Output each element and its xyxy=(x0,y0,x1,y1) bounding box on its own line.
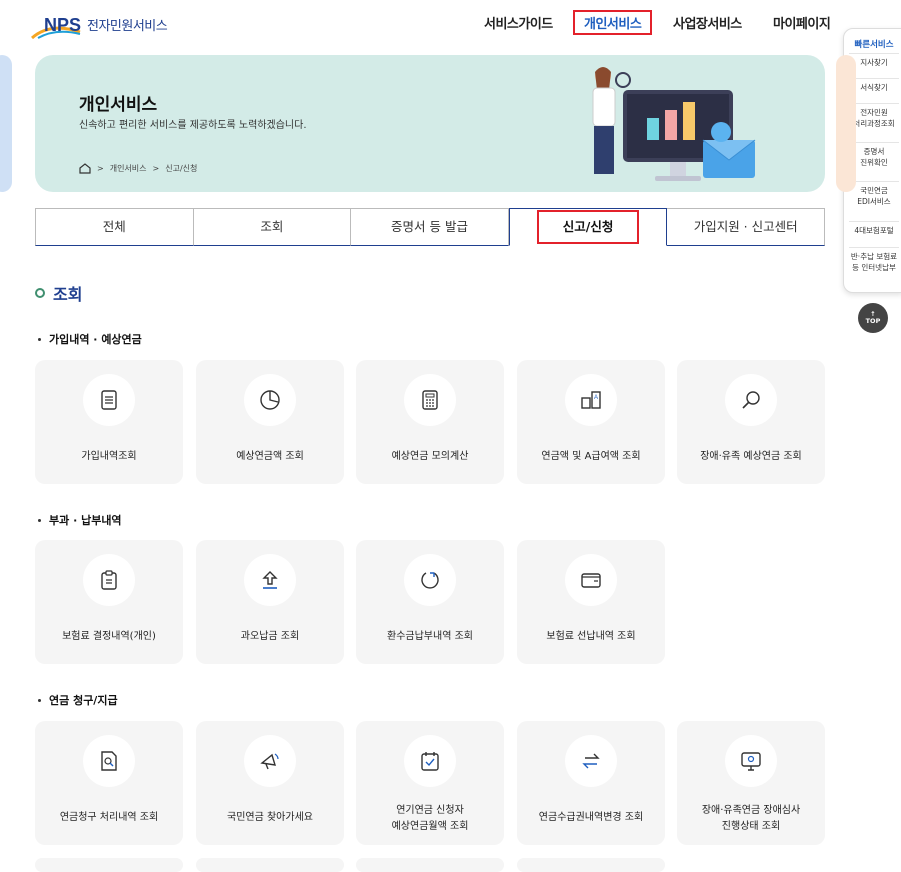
service-card-label: 연금청구 처리내역 조회 xyxy=(59,812,159,823)
group-title: 가입내역 · 예상연금 xyxy=(38,331,142,347)
service-card[interactable]: 연금청구 처리내역 조회 xyxy=(35,721,183,845)
quick-item-verify[interactable]: 증명서 진위확인 xyxy=(849,142,899,169)
service-card-label: 보험료 선납내역 조회 xyxy=(546,631,636,642)
service-card-partial[interactable] xyxy=(356,858,504,872)
category-tabs: 전체 조회 증명서 등 발급 신고/신청 가입지원 · 신고센터 xyxy=(35,208,825,246)
banner-prev-peek xyxy=(0,55,12,192)
tab-certificate[interactable]: 증명서 등 발급 xyxy=(351,208,509,246)
service-card[interactable]: 예상연금액 조회 xyxy=(196,360,344,484)
service-card-label: 보험료 결정내역(개인) xyxy=(62,631,156,642)
group-title: 연금 청구/지급 xyxy=(38,692,118,708)
bullet-circle-icon xyxy=(35,288,45,298)
group-title: 부과 · 납부내역 xyxy=(38,512,122,528)
breadcrumb-item[interactable]: 개인서비스 xyxy=(110,163,147,174)
tab-report-apply-label: 신고/신청 xyxy=(536,210,640,244)
pie-chart-icon xyxy=(244,374,296,426)
svg-text:A: A xyxy=(594,395,598,401)
exchange-icon xyxy=(565,735,617,787)
service-card-label: 연금액 및 A급여액 조회 xyxy=(541,451,641,462)
service-card[interactable]: 가입내역조회 xyxy=(35,360,183,484)
top-button[interactable]: ↑ TOP xyxy=(858,303,888,333)
quick-item-edi[interactable]: 국민연금 EDI서비스 xyxy=(849,181,899,208)
quick-item-process[interactable]: 전자민원 처리과정조회 xyxy=(849,103,899,130)
service-card-partial[interactable] xyxy=(517,858,665,872)
service-card-label: 환수금납부내역 조회 xyxy=(387,631,473,642)
tab-join-support[interactable]: 가입지원 · 신고센터 xyxy=(667,208,825,246)
breadcrumb-item[interactable]: 신고/신청 xyxy=(165,163,197,174)
service-card[interactable]: 연금수급권내역변경 조회 xyxy=(517,721,665,845)
calculator-icon xyxy=(404,374,456,426)
service-card-label: 연기연금 신청자 예상연금월액 조회 xyxy=(391,805,469,832)
home-icon[interactable] xyxy=(79,163,91,174)
service-card[interactable]: 과오납금 조회 xyxy=(196,540,344,664)
refresh-icon xyxy=(404,554,456,606)
site-header: NPS 전자민원서비스 서비스가이드 개인서비스 사업장서비스 마이페이지 xyxy=(0,0,901,50)
service-card-label: 예상연금 모의계산 xyxy=(391,451,469,462)
breadcrumb: > 개인서비스 > 신고/신청 xyxy=(79,163,197,174)
bullet-dot-icon xyxy=(38,337,41,341)
megaphone-icon xyxy=(244,735,296,787)
service-card-label: 예상연금액 조회 xyxy=(236,451,304,462)
nav-business-service[interactable]: 사업장서비스 xyxy=(673,13,742,32)
document-search-icon xyxy=(83,735,135,787)
banner-next-peek xyxy=(836,55,856,192)
monitor-search-icon xyxy=(725,735,777,787)
service-card[interactable]: 보험료 결정내역(개인) xyxy=(35,540,183,664)
tab-report-apply[interactable]: 신고/신청 xyxy=(508,208,668,246)
section-title: 조회 xyxy=(35,281,82,305)
page-banner: 개인서비스 신속하고 편리한 서비스를 제공하도록 노력하겠습니다. > 개인서… xyxy=(35,55,825,192)
clipboard-icon xyxy=(83,554,135,606)
service-card[interactable]: 장애·유족연금 장애심사 진행상태 조회 xyxy=(677,721,825,845)
service-card[interactable]: 보험료 선납내역 조회 xyxy=(517,540,665,664)
service-card[interactable]: 장애·유족 예상연금 조회 xyxy=(677,360,825,484)
nav-my-page[interactable]: 마이페이지 xyxy=(773,13,831,32)
quick-item-4insurance[interactable]: 4대보험포털 xyxy=(849,221,899,237)
service-card-label: 장애·유족 예상연금 조회 xyxy=(700,451,802,462)
page-subtitle: 신속하고 편리한 서비스를 제공하도록 노력하겠습니다. xyxy=(79,120,307,131)
document-icon xyxy=(83,374,135,426)
service-card[interactable]: A 연금액 및 A급여액 조회 xyxy=(517,360,665,484)
service-card-label: 국민연금 찾아가세요 xyxy=(227,812,313,823)
quick-item-branch[interactable]: 지사찾기 xyxy=(849,53,899,69)
nav-personal-service[interactable]: 개인서비스 xyxy=(573,10,653,35)
bullet-dot-icon xyxy=(38,698,41,702)
service-card-label: 연금수급권내역변경 조회 xyxy=(538,812,644,823)
service-card-partial[interactable] xyxy=(35,858,183,872)
search-icon xyxy=(725,374,777,426)
nav-service-guide[interactable]: 서비스가이드 xyxy=(484,13,553,32)
wallet-icon xyxy=(565,554,617,606)
page-title: 개인서비스 xyxy=(79,95,158,115)
service-card-label: 장애·유족연금 장애심사 진행상태 조회 xyxy=(701,805,801,832)
logo-text: NPS xyxy=(44,15,81,35)
quick-item-payment[interactable]: 반·추납 보험료 등 인터넷납부 xyxy=(849,247,899,274)
a-value-icon: A xyxy=(565,374,617,426)
quick-item-forms[interactable]: 서식찾기 xyxy=(849,78,899,94)
chevron-right-icon: > xyxy=(152,164,160,173)
quick-service-title: 빠른서비스 xyxy=(854,40,894,50)
service-card[interactable]: 환수금납부내역 조회 xyxy=(356,540,504,664)
service-card[interactable]: 국민연금 찾아가세요 xyxy=(196,721,344,845)
service-card[interactable]: 연기연금 신청자 예상연금월액 조회 xyxy=(356,721,504,845)
chevron-right-icon: > xyxy=(97,164,104,173)
service-card[interactable]: 예상연금 모의계산 xyxy=(356,360,504,484)
upload-icon xyxy=(244,554,296,606)
tab-all[interactable]: 전체 xyxy=(35,208,194,246)
bullet-dot-icon xyxy=(38,518,41,522)
service-card-partial[interactable] xyxy=(196,858,344,872)
calendar-check-icon xyxy=(404,735,456,787)
site-name: 전자민원서비스 xyxy=(87,19,168,34)
banner-illustration xyxy=(592,67,756,181)
service-card-label: 가입내역조회 xyxy=(81,451,137,462)
service-card-label: 과오납금 조회 xyxy=(240,631,300,642)
tab-inquiry[interactable]: 조회 xyxy=(193,208,352,246)
